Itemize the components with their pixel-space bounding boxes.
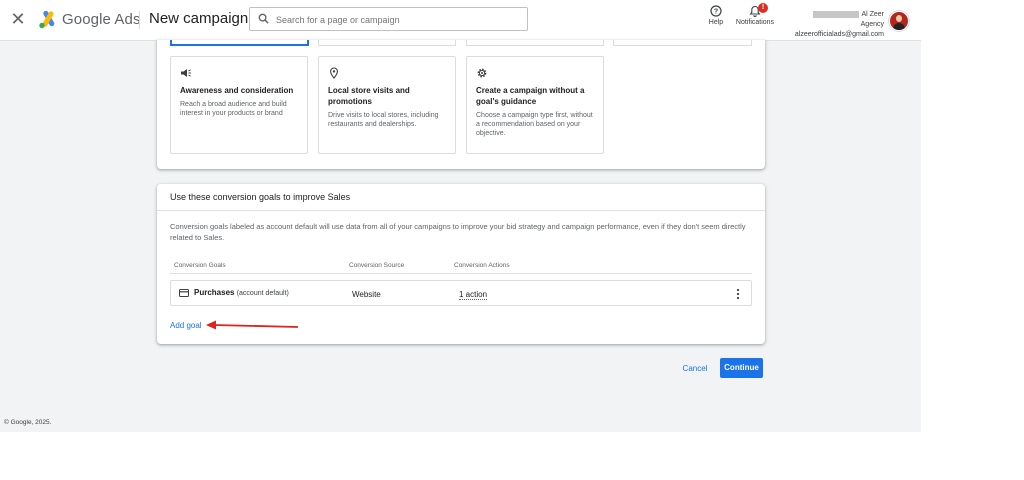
avatar-head: [896, 15, 902, 22]
continue-button[interactable]: Continue: [720, 358, 763, 378]
objective-tile-selected-partial[interactable]: [170, 40, 309, 46]
goal-source: Website: [352, 290, 381, 299]
header-divider: [139, 11, 140, 29]
search-input[interactable]: [274, 11, 518, 29]
top-bar: ✕ Google Ads New campaign ? Help: [0, 0, 921, 41]
search-icon: [258, 13, 269, 24]
help-button[interactable]: ? Help: [704, 5, 728, 26]
conversion-goals-description: Conversion goals labeled as account defa…: [170, 222, 746, 242]
objective-description: Drive visits to local stores, including …: [328, 112, 439, 128]
close-icon[interactable]: ✕: [10, 10, 26, 28]
objective-tile-partial[interactable]: [318, 40, 456, 46]
svg-text:?: ?: [714, 9, 718, 16]
objective-tile-partial[interactable]: [466, 40, 604, 46]
search-box[interactable]: [249, 7, 528, 31]
column-header-source: Conversion Source: [349, 262, 405, 269]
objective-card: Awareness and consideration Reach a broa…: [157, 40, 765, 169]
objective-tile-local-store[interactable]: Local store visits and promotions Drive …: [318, 56, 456, 154]
account-email: alzeerofficialads@gmail.com: [794, 31, 884, 38]
goal-name-text: Purchases: [194, 288, 235, 297]
help-label: Help: [708, 19, 724, 26]
account-name: Al Zeer Agency: [860, 11, 884, 28]
conversion-goals-header: Use these conversion goals to improve Sa…: [157, 184, 765, 211]
avatar-body: [893, 23, 905, 30]
objective-description: Choose a campaign type first, without a …: [476, 112, 593, 137]
notification-badge: !: [758, 3, 768, 13]
goal-actions-link[interactable]: 1 action: [459, 290, 488, 300]
table-row: Purchases (account default) Website 1 ac…: [170, 280, 752, 306]
objective-title: Awareness and consideration: [180, 86, 294, 95]
column-header-actions: Conversion Actions: [454, 262, 510, 269]
objective-title: Create a campaign without a goal's guida…: [476, 86, 585, 106]
objective-tile-partial[interactable]: [613, 40, 752, 46]
google-ads-logo: [39, 11, 55, 29]
more-options-icon[interactable]: [734, 288, 742, 300]
megaphone-icon: [181, 69, 191, 77]
cancel-button[interactable]: Cancel: [678, 360, 712, 378]
help-icon: ?: [710, 5, 722, 17]
objective-title: Local store visits and promotions: [328, 86, 410, 106]
copyright-footer: © Google, 2025.: [4, 419, 52, 426]
notifications-button[interactable]: Notifications !: [734, 3, 776, 26]
app: ✕ Google Ads New campaign ? Help: [0, 0, 921, 432]
location-pin-icon: [330, 67, 338, 79]
goal-name: Purchases (account default): [194, 288, 289, 297]
objective-tile-no-guidance[interactable]: Create a campaign without a goal's guida…: [466, 56, 604, 154]
notifications-label: Notifications: [735, 19, 775, 26]
table-divider: [170, 273, 752, 274]
add-goal-link[interactable]: Add goal: [170, 321, 202, 330]
credit-card-icon: [179, 289, 189, 297]
conversion-goals-title: Use these conversion goals to improve Sa…: [170, 192, 351, 202]
brand-name: Google Ads: [62, 11, 141, 28]
gear-icon: [477, 68, 487, 78]
avatar[interactable]: [889, 11, 909, 31]
objective-description: Reach a broad audience and build interes…: [180, 101, 287, 117]
goal-note: (account default): [236, 290, 289, 297]
annotation-arrow: [206, 320, 299, 330]
objective-tile-awareness[interactable]: Awareness and consideration Reach a broa…: [170, 56, 308, 154]
column-header-goals: Conversion Goals: [174, 262, 226, 269]
page-title: New campaign: [149, 10, 249, 27]
account-info[interactable]: Al Zeer Agency alzeerofficialads@gmail.c…: [790, 10, 884, 40]
redacted-id: [813, 10, 860, 18]
